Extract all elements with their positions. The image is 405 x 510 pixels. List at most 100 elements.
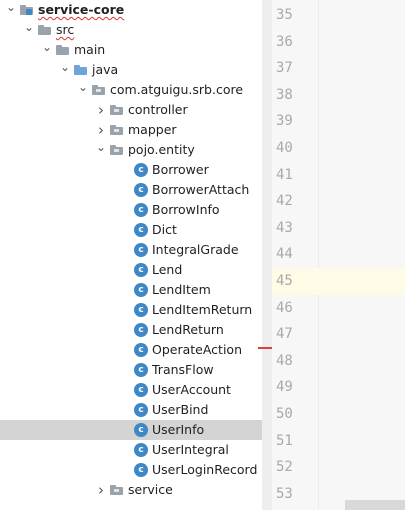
tree-item-label: OperateAction <box>152 342 243 357</box>
tree-item-dict[interactable]: c Dict <box>0 220 262 240</box>
chevron-down-icon[interactable]: ⌄ <box>42 40 52 60</box>
class-icon: c <box>134 303 148 317</box>
line-number: 47 <box>276 326 293 343</box>
line-number: 48 <box>276 352 293 369</box>
tree-item-main[interactable]: ⌄ main <box>0 40 262 60</box>
line-number: 44 <box>276 246 293 263</box>
line-number: 50 <box>276 406 293 422</box>
line-number: 49 <box>276 379 293 396</box>
class-icon: c <box>134 323 148 337</box>
tree-item-label: Lend <box>152 262 183 277</box>
folder-icon <box>56 45 69 55</box>
tree-item-operateaction[interactable]: c OperateAction <box>0 340 262 360</box>
line-number: 35 <box>276 7 293 23</box>
chevron-right-icon[interactable]: › <box>96 480 106 500</box>
line-number: 43 <box>276 219 293 236</box>
chevron-down-icon[interactable]: ⌄ <box>6 0 16 20</box>
tree-item-label: UserBind <box>152 402 209 417</box>
tree-item-label: java <box>92 62 119 77</box>
class-icon: c <box>134 403 148 417</box>
panel-divider[interactable] <box>262 0 272 510</box>
module-badge-icon <box>26 9 32 15</box>
tree-item-userintegral[interactable]: c UserIntegral <box>0 440 262 460</box>
tree-item-label: IntegralGrade <box>152 242 239 257</box>
tree-item-label: BorrowerAttach <box>152 182 250 197</box>
tree-item-label: pojo.entity <box>128 142 195 157</box>
tree-item-label: src <box>56 22 75 37</box>
tree-item-label: UserInfo <box>152 422 205 437</box>
class-icon: c <box>134 183 148 197</box>
tree-item-label: LendItem <box>152 282 211 297</box>
tree-item-userinfo[interactable]: c UserInfo <box>0 420 262 440</box>
package-icon <box>110 145 123 155</box>
tree-item-label: com.atguigu.srb.core <box>110 82 244 97</box>
tree-item-label: controller <box>128 102 188 117</box>
chevron-down-icon[interactable]: ⌄ <box>60 60 70 80</box>
folder-icon <box>74 65 87 75</box>
tree-item-label: mapper <box>128 122 177 137</box>
tree-item-lenditem[interactable]: c LendItem <box>0 280 262 300</box>
chevron-right-icon[interactable]: › <box>96 120 106 140</box>
tree-item-service-core[interactable]: ⌄ service-core <box>0 0 262 20</box>
chevron-down-icon[interactable]: ⌄ <box>78 80 88 100</box>
tree-item-com-atguigu-srb-core[interactable]: ⌄ com.atguigu.srb.core <box>0 80 262 100</box>
line-number: 39 <box>276 113 293 130</box>
class-icon: c <box>134 383 148 397</box>
tree-item-pojo-entity[interactable]: ⌄ pojo.entity <box>0 140 262 160</box>
class-icon: c <box>134 203 148 217</box>
line-number: 37 <box>276 60 293 77</box>
tree-item-label: UserAccount <box>152 382 231 397</box>
tree-item-label: service <box>128 482 173 497</box>
chevron-down-icon[interactable]: ⌄ <box>24 20 34 40</box>
class-icon: c <box>134 283 148 297</box>
change-marker <box>258 347 272 349</box>
tree-item-src[interactable]: ⌄ src <box>0 20 262 40</box>
chevron-right-icon[interactable]: › <box>96 100 106 120</box>
tree-item-borrowinfo[interactable]: c BorrowInfo <box>0 200 262 220</box>
tree-item-label: BorrowInfo <box>152 202 220 217</box>
line-number: 41 <box>276 166 293 183</box>
class-icon: c <box>134 443 148 457</box>
horizontal-scrollbar[interactable] <box>345 500 405 510</box>
line-number: 51 <box>276 432 293 449</box>
tree-item-label: service-core <box>38 2 125 17</box>
tree-item-useraccount[interactable]: c UserAccount <box>0 380 262 400</box>
tree-item-service[interactable]: › service <box>0 480 262 500</box>
line-number: 42 <box>276 193 293 210</box>
class-icon: c <box>134 463 148 477</box>
tree-item-borrowerattach[interactable]: c BorrowerAttach <box>0 180 262 200</box>
class-icon: c <box>134 263 148 277</box>
tree-item-label: UserIntegral <box>152 442 229 457</box>
tree-item-mapper[interactable]: › mapper <box>0 120 262 140</box>
package-icon <box>110 485 123 495</box>
project-tree: ⌄ service-core ⌄ src ⌄ main ⌄ java ⌄ com.atguigu.… <box>0 0 262 510</box>
class-icon: c <box>134 363 148 377</box>
chevron-down-icon[interactable]: ⌄ <box>96 140 106 160</box>
class-icon: c <box>134 223 148 237</box>
tree-item-label: LendReturn <box>152 322 224 337</box>
tree-item-lend[interactable]: c Lend <box>0 260 262 280</box>
tree-item-transflow[interactable]: c TransFlow <box>0 360 262 380</box>
tree-item-label: Borrower <box>152 162 209 177</box>
tree-item-lenditemreturn[interactable]: c LendItemReturn <box>0 300 262 320</box>
class-icon: c <box>134 243 148 257</box>
line-number: 45 <box>276 273 293 289</box>
class-icon: c <box>134 423 148 437</box>
tree-item-userbind[interactable]: c UserBind <box>0 400 262 420</box>
tree-item-borrower[interactable]: c Borrower <box>0 160 262 180</box>
package-icon <box>92 85 105 95</box>
package-icon <box>110 125 123 135</box>
class-icon: c <box>134 343 148 357</box>
folder-icon <box>38 25 51 35</box>
tree-item-label: LendItemReturn <box>152 302 253 317</box>
tree-item-label: main <box>74 42 106 57</box>
tree-item-controller[interactable]: › controller <box>0 100 262 120</box>
tree-item-label: UserLoginRecord <box>152 462 258 477</box>
tree-item-integralgrade[interactable]: c IntegralGrade <box>0 240 262 260</box>
tree-item-userloginrecord[interactable]: c UserLoginRecord <box>0 460 262 480</box>
tree-item-lendreturn[interactable]: c LendReturn <box>0 320 262 340</box>
tree-item-label: TransFlow <box>152 362 214 377</box>
tree-item-java[interactable]: ⌄ java <box>0 60 262 80</box>
line-number: 36 <box>276 33 293 50</box>
line-number: 53 <box>276 485 293 502</box>
